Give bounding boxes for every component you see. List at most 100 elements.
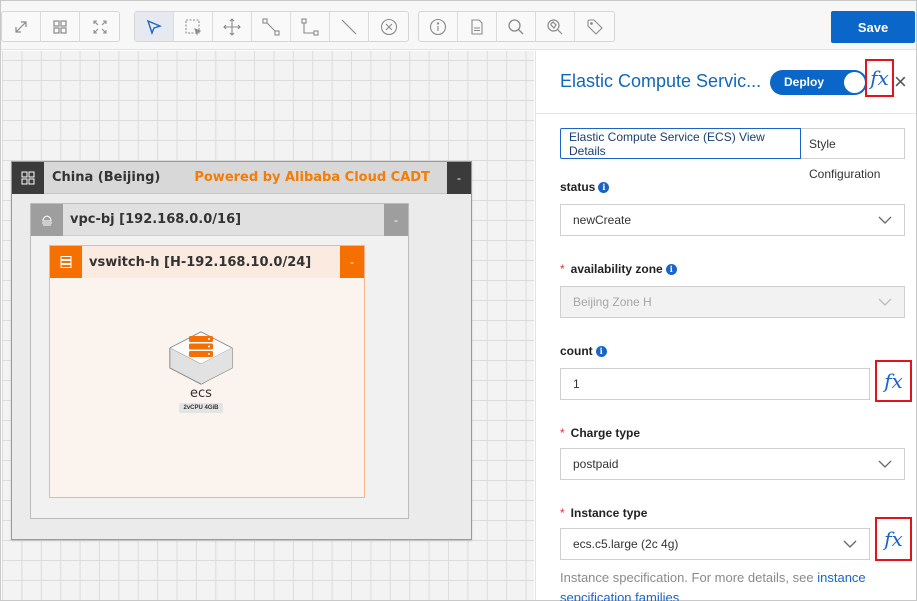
search-tag-icon (547, 18, 563, 34)
charge-type-select[interactable]: postpaid (560, 448, 905, 480)
ecs-spec-badge: 2vCPU 4GiB (179, 403, 223, 413)
document-icon (471, 18, 483, 35)
search-tag-button[interactable] (536, 12, 575, 41)
search-icon (508, 18, 524, 34)
vswitch-title: vswitch-h [H-192.168.10.0/24] (89, 254, 312, 270)
info-icon[interactable]: i (595, 345, 607, 357)
deploy-label: Deploy (784, 75, 825, 89)
box-select-icon (185, 18, 202, 36)
count-label-text: count (560, 344, 593, 358)
tab-style[interactable]: Style (801, 128, 905, 159)
fx-icon: fx (870, 66, 889, 90)
delete-button[interactable] (369, 12, 408, 41)
charge-type-label: * Charge type (560, 426, 640, 440)
brand-label: Powered by Alibaba Cloud CADT (194, 170, 430, 185)
zone-label-text: availability zone (570, 262, 663, 276)
straight-connector-button[interactable] (252, 12, 291, 41)
line-icon (341, 19, 357, 34)
delete-icon (380, 18, 397, 35)
status-select[interactable]: newCreate (560, 204, 905, 236)
region-title: China (Beijing) (52, 170, 161, 185)
instance-type-value: ecs.c5.large (2c 4g) (573, 537, 679, 551)
diagram-canvas[interactable]: China (Beijing) Powered by Alibaba Cloud… (2, 51, 534, 600)
instance-type-fx-button[interactable]: fx (875, 517, 912, 561)
toolbar: Save (1, 1, 916, 50)
status-label-text: status (560, 180, 596, 194)
panel-title: Elastic Compute Servic... (560, 71, 762, 91)
elbow-connector-icon (301, 17, 319, 36)
instance-help-text: Instance specification. For more details… (560, 568, 900, 601)
info-icon (429, 18, 447, 35)
region-container[interactable]: China (Beijing) Powered by Alibaba Cloud… (11, 161, 472, 540)
chevron-down-icon (878, 460, 892, 468)
move-icon (223, 17, 241, 36)
search-button[interactable] (497, 12, 536, 41)
required-mark: * (560, 506, 565, 520)
panel-header: Elastic Compute Servic... Deploy fx × (536, 51, 916, 114)
fit-screen-icon (15, 20, 27, 33)
edit-tool-group (134, 11, 409, 42)
required-mark: * (560, 262, 565, 276)
collapse-all-icon (92, 19, 107, 34)
vpc-cloud-icon (31, 203, 63, 236)
count-fx-button[interactable]: fx (875, 360, 912, 402)
fit-screen-button[interactable] (2, 12, 41, 41)
move-button[interactable] (213, 12, 252, 41)
vpc-container[interactable]: vpc-bj [192.168.0.0/16] - vswitch-h [H-1… (30, 203, 409, 519)
info-icon[interactable]: i (665, 263, 677, 275)
instance-type-select[interactable]: ecs.c5.large (2c 4g) (560, 528, 870, 560)
info-button[interactable] (419, 12, 458, 41)
vswitch-collapse-button[interactable]: - (340, 246, 364, 278)
required-mark: * (560, 426, 565, 440)
panel-tabs: Elastic Compute Service (ECS) View Detai… (560, 128, 905, 159)
toggle-knob (844, 72, 865, 93)
chevron-down-icon (878, 216, 892, 224)
charge-type-value: postpaid (573, 457, 619, 471)
instance-type-label: * Instance type (560, 506, 647, 520)
vswitch-header: vswitch-h [H-192.168.10.0/24] - (50, 246, 364, 278)
info-tool-group (418, 11, 615, 42)
ecs-label: ecs (190, 386, 212, 401)
save-button[interactable]: Save (831, 11, 915, 43)
zone-select: Beijing Zone H (560, 286, 905, 318)
tab-configuration[interactable]: Configuration (809, 167, 880, 181)
box-select-button[interactable] (174, 12, 213, 41)
region-grid-icon (12, 161, 44, 194)
fx-icon: fx (884, 369, 903, 393)
elbow-connector-button[interactable] (291, 12, 330, 41)
pointer-select-button[interactable] (135, 12, 174, 41)
collapse-all-button[interactable] (80, 12, 119, 41)
count-input[interactable]: 1 (560, 368, 870, 400)
charge-type-label-text: Charge type (570, 426, 641, 440)
fx-icon: fx (884, 527, 903, 551)
vpc-header: vpc-bj [192.168.0.0/16] - (31, 203, 408, 236)
header-fx-button[interactable]: fx (865, 59, 894, 97)
straight-connector-icon (262, 17, 280, 36)
tag-icon (586, 18, 603, 35)
close-icon[interactable]: × (894, 71, 907, 93)
region-collapse-button[interactable]: - (447, 162, 471, 194)
status-value: newCreate (573, 213, 632, 227)
ecs-node[interactable]: ecs 2vCPU 4GiB (166, 330, 236, 413)
vpc-collapse-button[interactable]: - (384, 204, 408, 236)
help-text: Instance specification. For more details… (560, 570, 818, 585)
line-button[interactable] (330, 12, 369, 41)
deploy-toggle[interactable]: Deploy (770, 70, 867, 95)
vswitch-list-icon (50, 246, 82, 278)
properties-panel: Elastic Compute Servic... Deploy fx × El… (535, 51, 916, 601)
chevron-down-icon (843, 540, 857, 548)
vpc-title: vpc-bj [192.168.0.0/16] (70, 212, 242, 227)
chevron-down-icon (878, 298, 892, 306)
vswitch-container[interactable]: vswitch-h [H-192.168.10.0/24] - ecs 2vCP… (49, 245, 365, 498)
pointer-select-icon (146, 19, 162, 35)
zone-value: Beijing Zone H (573, 295, 652, 309)
status-label: status i (560, 180, 610, 194)
grid-layout-button[interactable] (41, 12, 80, 41)
count-label: count i (560, 344, 607, 358)
info-icon[interactable]: i (598, 181, 610, 193)
tag-button[interactable] (575, 12, 614, 41)
tab-view-details[interactable]: Elastic Compute Service (ECS) View Detai… (560, 128, 801, 159)
ecs-server-icon (169, 331, 233, 385)
instance-type-label-text: Instance type (570, 506, 648, 520)
document-button[interactable] (458, 12, 497, 41)
